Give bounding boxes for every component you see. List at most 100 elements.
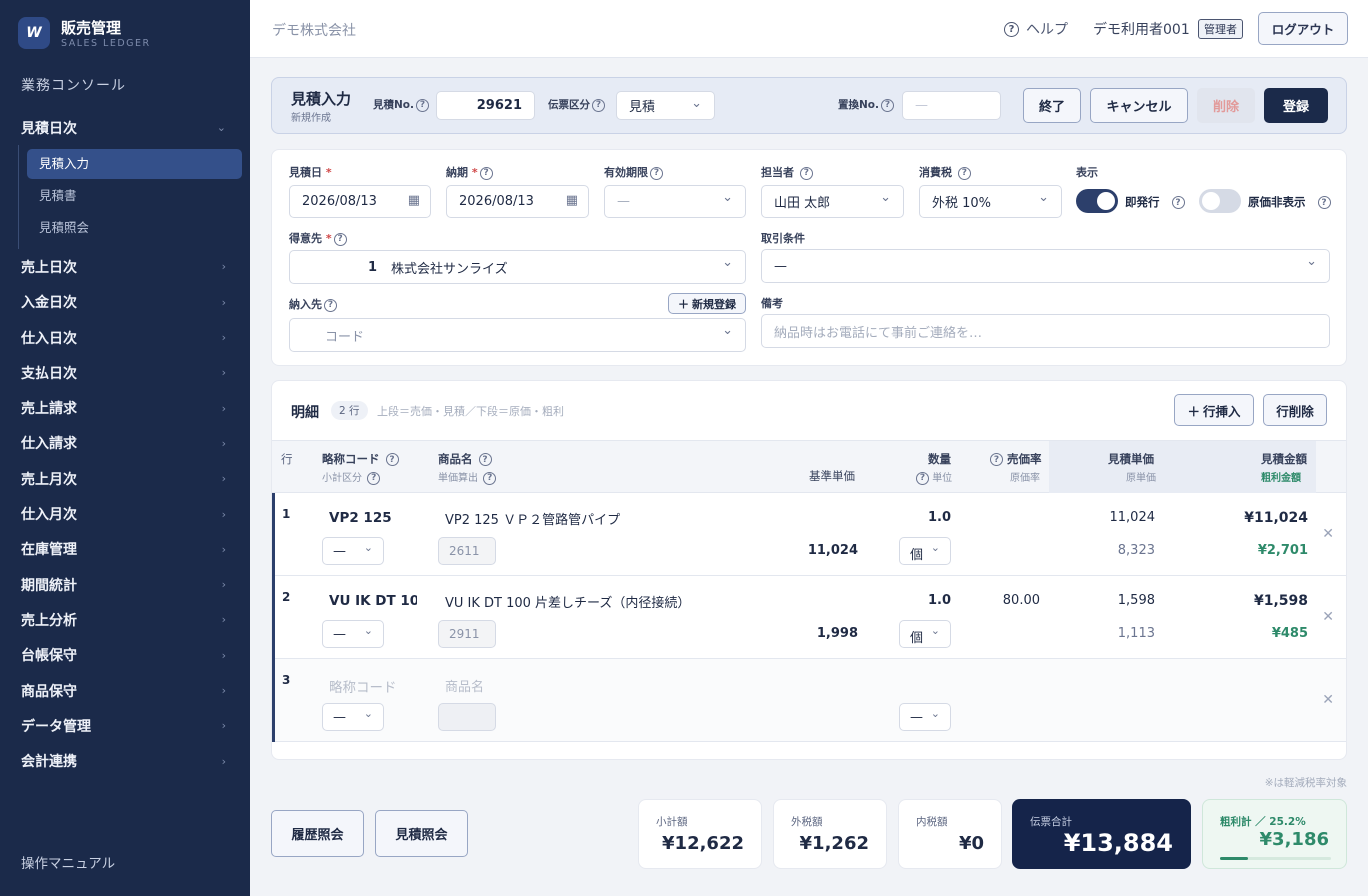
register-button[interactable]: 登録 <box>1264 88 1328 123</box>
help-icon[interactable]: ? <box>416 98 429 112</box>
new-register-label: 新規登録 <box>692 297 736 311</box>
row-name[interactable]: VU IK DT 100 片差しチーズ（内径接続） <box>445 592 690 611</box>
sidebar-item-estimate-daily[interactable]: 見積日次 ⌄ <box>0 110 250 145</box>
subnav-item-estimate-input[interactable]: 見積入力 <box>27 149 242 180</box>
row-code[interactable]: VU IK DT 100 <box>329 593 417 609</box>
sidebar-item-data[interactable]: データ管理 › <box>0 708 250 743</box>
help-icon[interactable]: ? <box>650 166 663 180</box>
help-icon[interactable]: ? <box>1317 196 1331 209</box>
calc-box[interactable]: 2611 <box>438 537 496 565</box>
due-date-input[interactable]: 2026/08/13 ▦ <box>446 185 589 218</box>
help-icon[interactable]: ? <box>990 453 1003 466</box>
console-link[interactable]: 業務コンソール <box>21 75 126 95</box>
help-link[interactable]: ? ヘルプ <box>1004 19 1068 39</box>
help-icon[interactable]: ? <box>333 232 347 246</box>
row-unit-price[interactable]: 1,598 <box>1118 593 1155 608</box>
sidebar-item-sales-daily[interactable]: 売上日次 › <box>0 249 250 284</box>
due-date-value: 2026/08/13 <box>459 194 534 209</box>
sidebar-item-sales-analysis[interactable]: 売上分析 › <box>0 602 250 637</box>
sidebar-item-payment-in-daily[interactable]: 入金日次 › <box>0 285 250 320</box>
estimate-no-input[interactable]: 29621 <box>436 91 535 120</box>
unit-select[interactable]: 個 <box>899 537 951 565</box>
sidebar-item-purchase-billing[interactable]: 仕入請求 › <box>0 426 250 461</box>
row-unit-price[interactable]: 11,024 <box>1110 510 1156 525</box>
code-input[interactable]: 略称コード <box>329 676 397 696</box>
subtotal-select[interactable]: — <box>322 537 384 565</box>
chevron-right-icon: › <box>221 684 226 697</box>
sidebar-item-sales-monthly[interactable]: 売上月次 › <box>0 461 250 496</box>
subnav-item-estimate-sheet[interactable]: 見積書 <box>27 181 242 211</box>
delete-row-icon[interactable]: ✕ <box>1322 526 1334 542</box>
valid-select[interactable]: — <box>604 185 746 218</box>
user-name: デモ利用者001 <box>1093 22 1190 38</box>
help-icon[interactable]: ? <box>483 471 497 485</box>
slip-type-select[interactable]: 見積 <box>616 91 715 120</box>
table-row-empty[interactable]: 3 略称コード — 商品名 — ✕ <box>272 659 1346 742</box>
sidebar-item-purchase-monthly[interactable]: 仕入月次 › <box>0 496 250 531</box>
help-icon[interactable]: ? <box>592 98 605 112</box>
name-input[interactable]: 商品名 <box>445 676 484 695</box>
terms-select[interactable]: — <box>761 249 1330 283</box>
unit-select[interactable]: — <box>899 703 951 731</box>
staff-select[interactable]: 山田 太郎 <box>761 185 904 218</box>
subtotal-select[interactable]: — <box>322 620 384 648</box>
cancel-button[interactable]: キャンセル <box>1090 88 1188 123</box>
instant-issue-toggle[interactable] <box>1076 189 1118 213</box>
delete-row-icon[interactable]: ✕ <box>1322 692 1334 708</box>
help-icon[interactable]: ? <box>385 453 399 466</box>
table-row[interactable]: 1 VP2 125 — VP2 125 ＶＰ２管路管パイプ 2611 11,02… <box>272 493 1346 576</box>
delivery-select[interactable]: コード <box>289 318 746 352</box>
delete-row-button[interactable]: 行削除 <box>1263 394 1327 426</box>
instant-issue-text: 即発行 <box>1125 195 1160 209</box>
help-icon[interactable]: ? <box>881 98 894 112</box>
row-code[interactable]: VP2 125 <box>329 510 392 526</box>
calendar-icon[interactable]: ▦ <box>408 193 420 208</box>
sidebar-item-purchase-daily[interactable]: 仕入日次 › <box>0 320 250 355</box>
help-icon[interactable]: ? <box>799 166 813 180</box>
help-icon[interactable]: ? <box>324 298 337 312</box>
row-qty[interactable]: 1.0 <box>928 510 951 525</box>
calc-box[interactable]: 2911 <box>438 620 496 648</box>
row-rate[interactable]: 80.00 <box>1003 593 1040 608</box>
help-icon[interactable]: ? <box>916 471 929 485</box>
help-icon[interactable]: ? <box>478 453 492 466</box>
delete-button[interactable]: 削除 <box>1197 88 1255 123</box>
calc-box[interactable] <box>438 703 496 731</box>
logout-button[interactable]: ログアウト <box>1258 12 1348 45</box>
calendar-icon[interactable]: ▦ <box>566 193 578 208</box>
unit-select[interactable]: 個 <box>899 620 951 648</box>
help-icon[interactable]: ? <box>1171 196 1185 209</box>
sidebar-item-ledger[interactable]: 台帳保守 › <box>0 638 250 673</box>
help-icon[interactable]: ? <box>957 166 971 180</box>
hide-cost-toggle[interactable] <box>1199 189 1241 213</box>
manual-link[interactable]: 操作マニュアル <box>21 852 115 872</box>
subnav-item-estimate-lookup[interactable]: 見積照会 <box>27 213 242 243</box>
col-unit-price-sub: 原単価 <box>1126 473 1156 484</box>
history-button[interactable]: 履歴照会 <box>271 810 364 857</box>
help-icon[interactable]: ? <box>479 166 493 180</box>
estimate-date-input[interactable]: 2026/08/13 ▦ <box>289 185 431 218</box>
sidebar-item-accounting[interactable]: 会計連携 › <box>0 743 250 778</box>
tax-select[interactable]: 外税 10% <box>919 185 1062 218</box>
row-name[interactable]: VP2 125 ＶＰ２管路管パイプ <box>445 509 620 528</box>
estimate-lookup-button[interactable]: 見積照会 <box>375 810 468 857</box>
detail-hint: 上段＝売価・見積／下段＝原価・粗利 <box>377 405 564 418</box>
sidebar-item-period-stats[interactable]: 期間統計 › <box>0 567 250 602</box>
sidebar-item-payment-daily[interactable]: 支払日次 › <box>0 355 250 390</box>
row-qty[interactable]: 1.0 <box>928 593 951 608</box>
customer-select[interactable]: 1 株式会社サンライズ <box>289 250 746 284</box>
sidebar-item-product[interactable]: 商品保守 › <box>0 673 250 708</box>
insert-row-button[interactable]: ＋行挿入 <box>1174 394 1254 426</box>
end-button[interactable]: 終了 <box>1023 88 1081 123</box>
new-register-button[interactable]: ＋新規登録 <box>668 293 746 314</box>
replace-no-input[interactable]: — <box>902 91 1001 120</box>
table-row[interactable]: 2 VU IK DT 100 — VU IK DT 100 片差しチーズ（内径接… <box>272 576 1346 659</box>
help-icon[interactable]: ? <box>367 471 381 485</box>
estimate-no-label: 見積No.? <box>373 97 429 112</box>
subtotal-select[interactable]: — <box>322 703 384 731</box>
col-code-sub: 小計区分 ? <box>322 469 381 485</box>
sidebar-item-inventory[interactable]: 在庫管理 › <box>0 532 250 567</box>
sidebar-item-sales-billing[interactable]: 売上請求 › <box>0 390 250 425</box>
delete-row-icon[interactable]: ✕ <box>1322 609 1334 625</box>
remarks-input[interactable]: 納品時はお電話にて事前ご連絡を… <box>761 314 1330 348</box>
